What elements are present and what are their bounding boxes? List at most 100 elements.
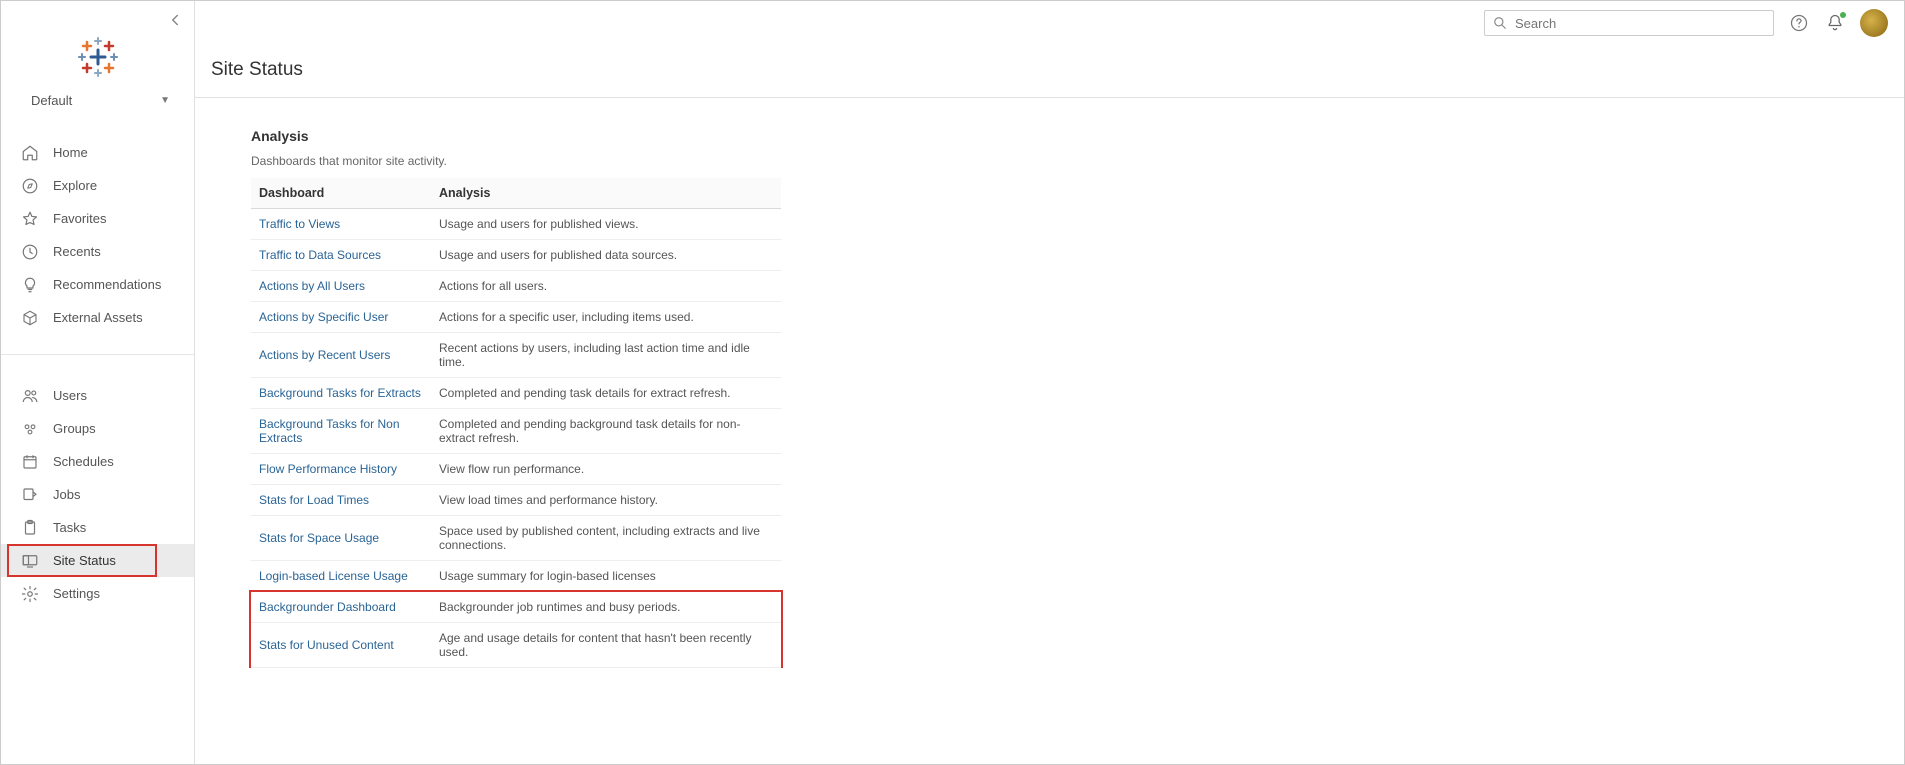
- dashboard-cell: Background Tasks for Non Extracts: [251, 409, 431, 454]
- nav-divider: [1, 354, 194, 355]
- dashboard-cell: Login-based License Usage: [251, 561, 431, 592]
- sidebar-collapse-button[interactable]: [166, 11, 184, 32]
- analysis-cell: Usage summary for login-based licenses: [431, 561, 781, 592]
- dashboard-cell: Stats for Unused Content: [251, 623, 431, 668]
- dashboard-link[interactable]: Traffic to Views: [259, 217, 340, 231]
- nav-item-explore[interactable]: Explore: [1, 169, 194, 202]
- section-subtitle: Dashboards that monitor site activity.: [251, 154, 1904, 168]
- gear-icon: [21, 585, 39, 603]
- analysis-cell: Space used by published content, includi…: [431, 516, 781, 561]
- nav-label: Explore: [53, 178, 97, 193]
- nav-label: Recents: [53, 244, 101, 259]
- nav-item-schedules[interactable]: Schedules: [1, 445, 194, 478]
- nav-label: Recommendations: [53, 277, 161, 292]
- bulb-icon: [21, 276, 39, 294]
- table-row: Background Tasks for Extracts Completed a…: [251, 378, 781, 409]
- dashboard-cell: Actions by Recent Users: [251, 333, 431, 378]
- search-box[interactable]: [1484, 10, 1774, 36]
- nav-item-tasks[interactable]: Tasks: [1, 511, 194, 544]
- dashboard-cell: Actions by All Users: [251, 271, 431, 302]
- dashboard-cell: Background Tasks for Extracts: [251, 378, 431, 409]
- column-analysis: Analysis: [431, 178, 781, 209]
- dashboard-link[interactable]: Flow Performance History: [259, 462, 397, 476]
- table-row: Stats for Unused ContentAge and usage de…: [251, 623, 781, 668]
- compass-icon: [21, 177, 39, 195]
- nav-label: Home: [53, 145, 88, 160]
- dashboard-link[interactable]: Login-based License Usage: [259, 569, 408, 583]
- nav-label: Schedules: [53, 454, 114, 469]
- analysis-cell: Actions for all users.: [431, 271, 781, 302]
- nav-item-groups[interactable]: Groups: [1, 412, 194, 445]
- nav-item-users[interactable]: Users: [1, 379, 194, 412]
- tableau-logo-icon: [78, 37, 118, 77]
- nav-item-settings[interactable]: Settings: [1, 577, 194, 610]
- clock-icon: [21, 243, 39, 261]
- nav-item-jobs[interactable]: Jobs: [1, 478, 194, 511]
- sitestatus-icon: [21, 552, 39, 570]
- dashboard-link[interactable]: Stats for Load Times: [259, 493, 369, 507]
- notifications-button[interactable]: [1824, 12, 1846, 34]
- page-title: Site Status: [211, 59, 1904, 81]
- nav-label: Favorites: [53, 211, 106, 226]
- dashboard-link[interactable]: Background Tasks for Non Extracts: [259, 417, 400, 445]
- help-icon: [1789, 13, 1809, 33]
- nav-item-recommendations[interactable]: Recommendations: [1, 268, 194, 301]
- dashboard-link[interactable]: Stats for Unused Content: [259, 638, 394, 652]
- clipboard-icon: [21, 519, 39, 537]
- dashboard-cell: Actions by Specific User: [251, 302, 431, 333]
- table-row: Traffic to Data Sources Usage and users f…: [251, 240, 781, 271]
- site-name: Default: [31, 93, 72, 108]
- nav-item-site-status[interactable]: Site Status: [1, 544, 194, 577]
- main: Site Status Analysis Dashboards that mon…: [195, 1, 1904, 764]
- chevron-left-icon: [166, 11, 184, 29]
- table-row: Actions by Recent Users Recent actions by…: [251, 333, 781, 378]
- site-selector[interactable]: Default ▼: [1, 93, 194, 122]
- dashboard-link[interactable]: Actions by Recent Users: [259, 348, 390, 362]
- dashboard-link[interactable]: Actions by All Users: [259, 279, 365, 293]
- analysis-cell: Recent actions by users, including last …: [431, 333, 781, 378]
- content: Analysis Dashboards that monitor site ac…: [195, 98, 1904, 668]
- nav-primary: Home Explore Favorites Recents Recommendatio…: [1, 122, 194, 344]
- analysis-cell: Usage and users for published views.: [431, 209, 781, 240]
- page-header: Site Status: [195, 45, 1904, 98]
- jobs-icon: [21, 486, 39, 504]
- table-row: Stats for Load TimesView load times and …: [251, 485, 781, 516]
- nav-item-recents[interactable]: Recents: [1, 235, 194, 268]
- table-row: Actions by All Users Actions for all user…: [251, 271, 781, 302]
- table-row: Actions by Specific UserActions for a sp…: [251, 302, 781, 333]
- dashboard-cell: Traffic to Views: [251, 209, 431, 240]
- section-title: Analysis: [251, 128, 1904, 144]
- topbar: [195, 1, 1904, 45]
- star-icon: [21, 210, 39, 228]
- nav-label: Groups: [53, 421, 96, 436]
- dashboard-link[interactable]: Actions by Specific User: [259, 310, 388, 324]
- dashboard-link[interactable]: Background Tasks for Extracts: [259, 386, 421, 400]
- nav-label: Users: [53, 388, 87, 403]
- dashboard-cell: Stats for Load Times: [251, 485, 431, 516]
- nav-item-home[interactable]: Home: [1, 136, 194, 169]
- nav-label: External Assets: [53, 310, 143, 325]
- nav-admin: Users Groups Schedules Jobs TasksSite Status…: [1, 365, 194, 620]
- nav-item-external-assets[interactable]: External Assets: [1, 301, 194, 334]
- search-input[interactable]: [1515, 16, 1765, 31]
- help-button[interactable]: [1788, 12, 1810, 34]
- dashboard-link[interactable]: Backgrounder Dashboard: [259, 600, 396, 614]
- dashboard-cell: Flow Performance History: [251, 454, 431, 485]
- nav-item-favorites[interactable]: Favorites: [1, 202, 194, 235]
- table-row: Traffic to Views Usage and users for publ…: [251, 209, 781, 240]
- home-icon: [21, 144, 39, 162]
- dashboard-link[interactable]: Stats for Space Usage: [259, 531, 379, 545]
- table-row: Flow Performance HistoryView flow run pe…: [251, 454, 781, 485]
- caret-down-icon: ▼: [160, 95, 170, 106]
- analysis-cell: Usage and users for published data sourc…: [431, 240, 781, 271]
- nav-label: Jobs: [53, 487, 80, 502]
- user-avatar[interactable]: [1860, 9, 1888, 37]
- dashboard-cell: Stats for Space Usage: [251, 516, 431, 561]
- analysis-cell: Completed and pending task details for e…: [431, 378, 781, 409]
- groups-icon: [21, 420, 39, 438]
- users-icon: [21, 387, 39, 405]
- cube-icon: [21, 309, 39, 327]
- analysis-cell: Completed and pending background task de…: [431, 409, 781, 454]
- analysis-cell: Backgrounder job runtimes and busy perio…: [431, 592, 781, 623]
- dashboard-link[interactable]: Traffic to Data Sources: [259, 248, 381, 262]
